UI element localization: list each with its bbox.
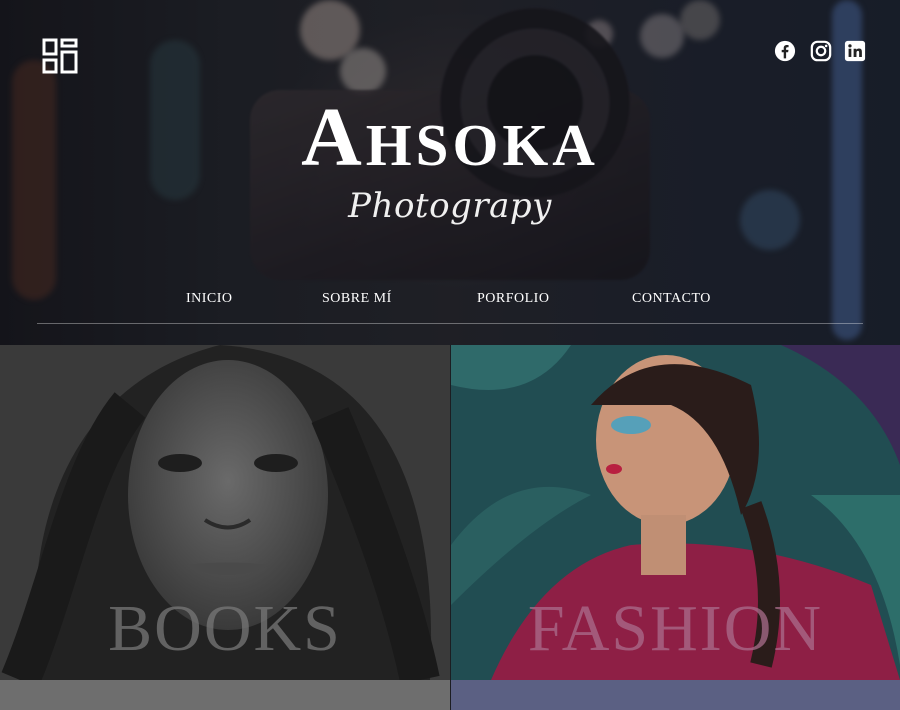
nav-item-sobre-mi[interactable]: SOBRE MÍ bbox=[322, 291, 392, 307]
nav-item-porfolio[interactable]: PORFOLIO bbox=[477, 291, 549, 307]
tile-label-fashion: FASHION bbox=[527, 592, 824, 665]
tile-footer-strip-fashion bbox=[451, 680, 900, 710]
main-nav: INICIO SOBRE MÍ PORFOLIO CONTACTO bbox=[0, 291, 900, 311]
brand-title: Ahsoka bbox=[301, 91, 599, 184]
gallery-tile-books[interactable]: BOOKS bbox=[0, 345, 450, 680]
nav-item-inicio[interactable]: INICIO bbox=[186, 291, 233, 307]
hero-header: Ahsoka Photograpy INICIO SOBRE MÍ PORFOL… bbox=[0, 0, 900, 345]
nav-divider bbox=[37, 323, 863, 324]
instagram-icon[interactable] bbox=[810, 40, 832, 62]
brand-subtitle: Photograpy bbox=[348, 186, 552, 226]
linkedin-icon[interactable] bbox=[844, 40, 866, 62]
gallery-tile-fashion[interactable]: FASHION bbox=[451, 345, 900, 680]
tile-footer-strip-books bbox=[0, 680, 450, 710]
facebook-icon[interactable] bbox=[774, 40, 796, 62]
nav-item-contacto[interactable]: CONTACTO bbox=[632, 291, 711, 307]
grid-menu-icon[interactable] bbox=[42, 38, 78, 74]
tile-label-books: BOOKS bbox=[108, 592, 342, 665]
